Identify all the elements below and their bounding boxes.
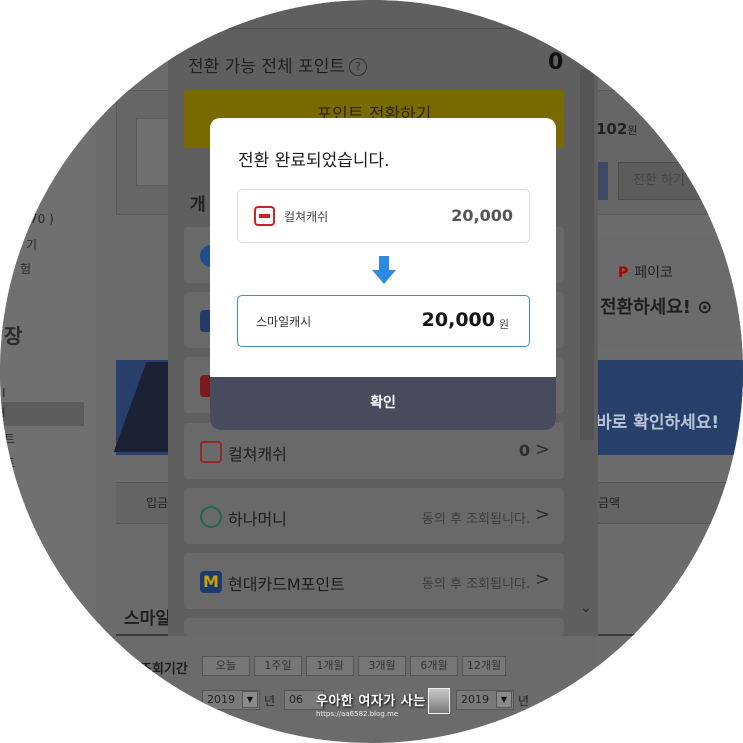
watermark-title: 우아한 여자가 사는 법 bbox=[316, 694, 444, 709]
screenshot-circle: 70 ) 기 험 장 I l 트 트 102원 전환 하기 P 페이코 전환하세요… bbox=[0, 0, 743, 743]
scroll-down-icon[interactable]: ⌄ bbox=[580, 600, 592, 616]
hyundai-m-icon: M bbox=[200, 571, 222, 593]
table-header-deposit: 입금 bbox=[146, 496, 169, 510]
payco-icon: P bbox=[618, 265, 629, 281]
sidebar-selected-item[interactable] bbox=[0, 402, 84, 426]
target-point-box: 스마일캐시 20,000 원 bbox=[237, 295, 530, 347]
payco-label: P 페이코 bbox=[618, 265, 673, 281]
banner-text: 바로 확인하세요! bbox=[596, 413, 720, 433]
bg-convert-button[interactable]: 전환 하기 bbox=[618, 162, 738, 200]
period-12month-button[interactable]: 12개월 bbox=[462, 656, 506, 676]
chevron-right-icon: > bbox=[534, 569, 550, 590]
point-item-hyundaicard[interactable]: M 현대카드M포인트 동의 후 조회됩니다. > bbox=[184, 553, 564, 609]
points-amount: 102원 bbox=[596, 120, 638, 138]
period-1month-button[interactable]: 1개월 bbox=[306, 656, 354, 676]
period-label: 조회기간 bbox=[140, 662, 188, 677]
sidebar-text: 트 bbox=[4, 456, 16, 470]
arrow-down-icon bbox=[372, 256, 396, 284]
sidebar-text: 트 bbox=[4, 432, 16, 446]
modal-title: 전환 완료되었습니다. bbox=[238, 151, 390, 171]
point-item-value: 0 bbox=[518, 441, 530, 460]
culturecash-icon bbox=[254, 206, 275, 226]
convert-promo-text[interactable]: 전환하세요! ⊙ bbox=[600, 293, 712, 319]
point-item-culturecash[interactable]: 컬쳐캐쉬 0 > bbox=[184, 423, 564, 479]
sidebar-text: 험 bbox=[20, 262, 32, 276]
circle-chevron-icon: ⊙ bbox=[697, 297, 713, 318]
sidebar-text: 기 bbox=[26, 238, 38, 252]
panel-scrollbar[interactable] bbox=[580, 70, 594, 440]
table-header-amount: 금액 bbox=[598, 496, 621, 510]
conversion-complete-modal: 전환 완료되었습니다. 컬쳐캐쉬 20,000 스마일캐시 20,000 원 확… bbox=[210, 118, 556, 430]
source-point-value: 20,000 bbox=[451, 206, 513, 225]
point-item-note: 동의 후 조회됩니다. bbox=[421, 577, 530, 592]
confirm-button[interactable]: 확인 bbox=[210, 377, 556, 430]
chevron-right-icon: > bbox=[534, 504, 550, 525]
points-list-header: 개 bbox=[190, 195, 206, 215]
target-point-unit: 원 bbox=[498, 318, 509, 331]
period-1week-button[interactable]: 1주일 bbox=[254, 656, 302, 676]
watermark-url: https://aa6582.blog.me bbox=[316, 710, 399, 718]
left-sidebar: 70 ) 기 험 장 I l 트 트 bbox=[0, 0, 96, 743]
point-item-row[interactable] bbox=[184, 618, 564, 636]
panel-divider bbox=[186, 28, 566, 29]
sidebar-text: I bbox=[2, 386, 6, 400]
dropdown-arrow-icon[interactable]: ▼ bbox=[242, 691, 258, 708]
period-6month-button[interactable]: 6개월 bbox=[410, 656, 458, 676]
chevron-right-icon: > bbox=[534, 439, 550, 460]
total-points-label: 전환 가능 전체 포인트? bbox=[188, 52, 367, 77]
period-3month-button[interactable]: 3개월 bbox=[358, 656, 406, 676]
period-today-button[interactable]: 오늘 bbox=[202, 656, 250, 676]
dropdown-arrow-icon[interactable]: ▼ bbox=[496, 691, 512, 708]
blog-watermark: 우아한 여자가 사는 법 https://aa6582.blog.me bbox=[316, 690, 443, 718]
total-points-value: 0 bbox=[548, 50, 564, 75]
point-item-name: 하나머니 bbox=[228, 510, 287, 529]
watermark-avatar bbox=[428, 688, 450, 714]
source-point-box: 컬쳐캐쉬 20,000 bbox=[237, 189, 530, 243]
year-suffix: 년 bbox=[518, 694, 530, 708]
point-item-name: 현대카드M포인트 bbox=[228, 575, 345, 594]
sidebar-text: 70 ) bbox=[30, 212, 54, 226]
point-item-name: 컬쳐캐쉬 bbox=[228, 445, 287, 464]
smile-section-title: 스마일 bbox=[124, 609, 171, 629]
target-point-value: 20,000 bbox=[421, 309, 495, 331]
point-item-note: 동의 후 조회됩니다. bbox=[421, 512, 530, 527]
sidebar-heading: 장 bbox=[4, 324, 23, 348]
point-item-hanamoney[interactable]: 하나머니 동의 후 조회됩니다. > bbox=[184, 488, 564, 544]
hanamoney-icon bbox=[200, 506, 222, 528]
culturecash-icon bbox=[200, 441, 222, 463]
year-suffix: 년 bbox=[264, 694, 276, 708]
target-point-name: 스마일캐시 bbox=[256, 315, 312, 329]
source-point-name: 컬쳐캐쉬 bbox=[284, 210, 329, 224]
sidebar-text: l bbox=[2, 406, 6, 420]
help-icon[interactable]: ? bbox=[348, 58, 367, 76]
